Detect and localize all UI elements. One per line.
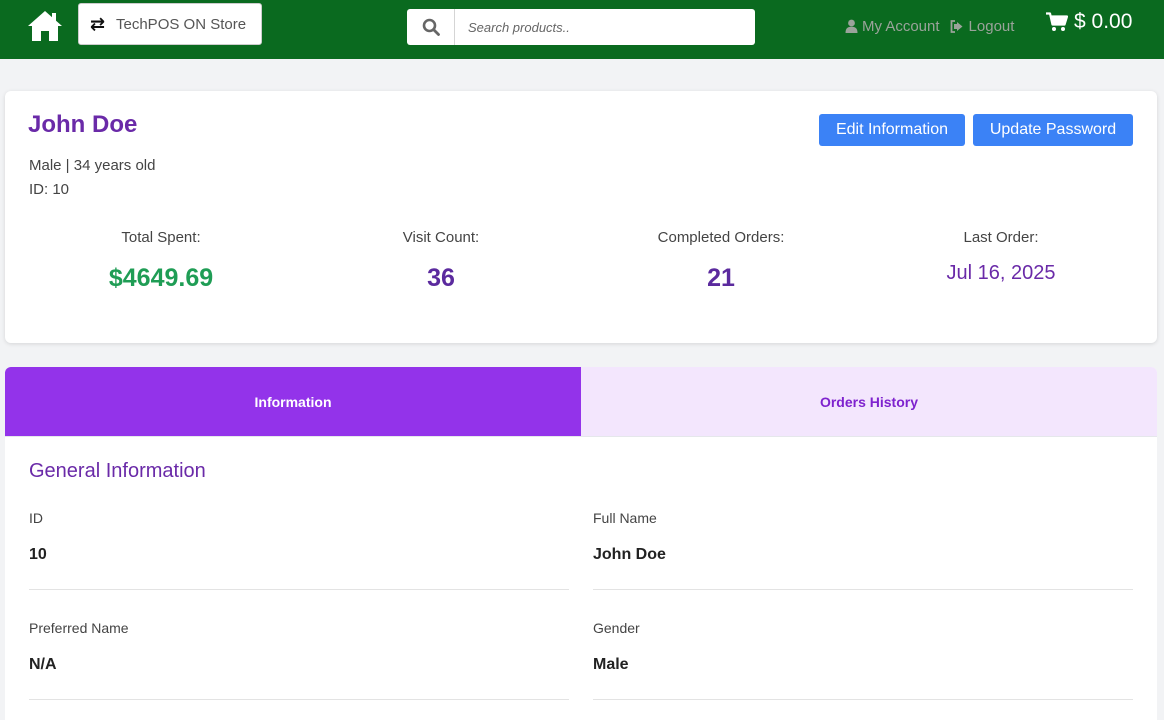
field-value: N/A	[29, 656, 57, 673]
customer-summary-card: John Doe Male | 34 years old ID: 10 Edit…	[5, 91, 1157, 343]
field-full-name: Full Name John Doe	[593, 510, 1133, 590]
search-input[interactable]	[455, 9, 755, 45]
account-nav: My Account Logout	[845, 14, 1014, 38]
stat-value: 36	[427, 264, 455, 292]
tab-divider	[5, 436, 1157, 437]
tab-information[interactable]: Information	[5, 367, 581, 436]
store-switch-button[interactable]: ⇄ TechPOS ON Store	[78, 3, 262, 45]
field-label: Gender	[593, 620, 640, 636]
stat-value: 21	[707, 264, 735, 292]
search-bar	[407, 9, 755, 45]
stat-label: Completed Orders:	[657, 229, 785, 246]
field-divider	[593, 589, 1133, 590]
section-title: General Information	[29, 460, 206, 482]
update-password-button[interactable]: Update Password	[973, 114, 1133, 146]
field-divider	[29, 699, 569, 700]
my-account-label: My Account	[862, 17, 940, 35]
stat-label: Visit Count:	[402, 229, 480, 246]
stat-visit-count: Visit Count: 36	[301, 229, 581, 293]
swap-icon: ⇄	[90, 13, 106, 34]
logout-link[interactable]: Logout	[950, 17, 1015, 35]
logout-label: Logout	[968, 17, 1015, 35]
top-navbar: ⇄ TechPOS ON Store My Account Logout	[0, 0, 1164, 59]
customer-name: John Doe	[28, 111, 138, 138]
customer-id: ID: 10	[29, 181, 70, 198]
stat-value: Jul 16, 2025	[946, 262, 1056, 284]
field-label: ID	[29, 510, 43, 526]
stat-value: $4649.69	[108, 264, 214, 292]
field-id: ID 10	[29, 510, 569, 590]
stat-label: Last Order:	[963, 229, 1039, 246]
edit-information-button[interactable]: Edit Information	[819, 114, 965, 146]
field-value: 10	[29, 546, 47, 563]
customer-gender-age: Male | 34 years old	[29, 157, 156, 174]
stat-completed-orders: Completed Orders: 21	[581, 229, 861, 293]
shopping-cart-icon	[1046, 12, 1068, 31]
cart-total: $ 0.00	[1074, 10, 1133, 33]
field-value: Male	[593, 656, 629, 673]
field-gender: Gender Male	[593, 620, 1133, 700]
stat-label: Total Spent:	[121, 229, 201, 246]
customer-details-panel: Information Orders History General Infor…	[5, 367, 1157, 720]
home-icon	[28, 11, 62, 41]
home-button[interactable]	[26, 9, 64, 43]
search-button[interactable]	[407, 9, 455, 45]
tab-orders-history[interactable]: Orders History	[581, 367, 1157, 436]
stat-total-spent: Total Spent: $4649.69	[21, 229, 301, 293]
field-divider	[593, 699, 1133, 700]
stat-last-order: Last Order: Jul 16, 2025	[861, 229, 1141, 285]
my-account-link[interactable]: My Account	[845, 18, 940, 35]
field-preferred-name: Preferred Name N/A	[29, 620, 569, 700]
field-label: Preferred Name	[29, 620, 129, 636]
field-divider	[29, 589, 569, 590]
field-label: Full Name	[593, 510, 657, 526]
search-icon	[422, 18, 440, 36]
cart-button[interactable]: $ 0.00	[1046, 10, 1132, 34]
sign-out-icon	[950, 19, 963, 33]
user-icon	[845, 19, 858, 33]
store-name: TechPOS ON Store	[116, 15, 247, 33]
field-value: John Doe	[593, 546, 666, 563]
